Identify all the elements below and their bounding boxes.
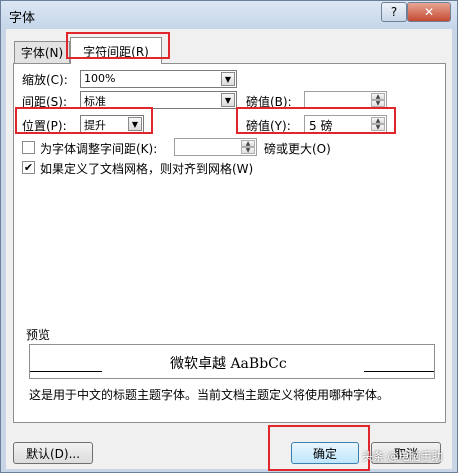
spacing-pt-spinner[interactable]: ▲ ▼ xyxy=(304,91,387,109)
help-icon: ? xyxy=(390,5,398,19)
watermark: 头条 @电脑手助 xyxy=(362,450,443,463)
character-spacing-panel: 缩放(C): 100% ▼ 间距(S): 标准 ▼ 磅值(B): ▲ ▼ 位置(… xyxy=(13,63,446,423)
spacing-select[interactable]: 标准 ▼ xyxy=(80,91,237,109)
kerning-spinner[interactable]: ▲ ▼ xyxy=(174,138,257,156)
font-dialog: 字体 ? ✕ 字体(N) 字符间距(R) 缩放(C): 100% ▼ 间距(S)… xyxy=(0,0,458,473)
kerning-checkbox[interactable] xyxy=(22,141,35,154)
title-bar: 字体 ? ✕ xyxy=(1,1,457,29)
tab-font[interactable]: 字体(N) xyxy=(14,41,70,63)
spin-up-icon[interactable]: ▲ xyxy=(241,140,255,147)
scale-label: 缩放(C): xyxy=(22,73,68,87)
spin-up-icon[interactable]: ▲ xyxy=(371,93,385,100)
close-icon: ✕ xyxy=(423,5,435,19)
position-value: 提升 xyxy=(84,119,106,132)
grid-checkbox[interactable]: ✔ xyxy=(22,161,35,174)
chevron-down-icon[interactable]: ▼ xyxy=(128,117,142,131)
position-pt-value: 5 磅 xyxy=(309,119,333,133)
spin-down-icon[interactable]: ▼ xyxy=(371,100,385,107)
chevron-down-icon[interactable]: ▼ xyxy=(221,72,235,86)
preview-sample: 微软卓越 AaBbCc xyxy=(170,356,287,372)
dialog-body: 字体(N) 字符间距(R) 缩放(C): 100% ▼ 间距(S): 标准 ▼ … xyxy=(6,29,452,469)
chevron-down-icon[interactable]: ▼ xyxy=(221,93,235,107)
spacing-value: 标准 xyxy=(84,95,106,108)
check-icon: ✔ xyxy=(23,161,34,174)
scale-value: 100% xyxy=(84,72,116,85)
close-button[interactable]: ✕ xyxy=(407,2,451,22)
position-pt-spinner[interactable]: 5 磅 ▲ ▼ xyxy=(304,115,387,133)
preview-baseline-left xyxy=(30,371,102,372)
tab-character-spacing[interactable]: 字符间距(R) xyxy=(70,37,162,64)
kerning-label: 为字体调整字间距(K): xyxy=(40,142,158,156)
grid-label: 如果定义了文档网格，则对齐到网格(W) xyxy=(40,162,254,176)
window-title: 字体 xyxy=(9,11,36,26)
spin-down-icon[interactable]: ▼ xyxy=(241,147,255,154)
spacing-pt-label: 磅值(B): xyxy=(246,95,292,109)
scale-select[interactable]: 100% ▼ xyxy=(80,70,237,88)
help-button[interactable]: ? xyxy=(381,2,407,22)
spacing-label: 间距(S): xyxy=(22,95,68,109)
preview-heading: 预览 xyxy=(26,328,51,342)
spin-up-icon[interactable]: ▲ xyxy=(371,117,385,124)
position-select[interactable]: 提升 ▼ xyxy=(80,115,144,133)
spin-down-icon[interactable]: ▼ xyxy=(371,124,385,131)
position-label: 位置(P): xyxy=(22,119,67,133)
preview-note: 这是用于中文的标题主题字体。当前文档主题定义将使用哪种字体。 xyxy=(29,388,390,402)
default-button[interactable]: 默认(D)... xyxy=(13,442,93,464)
ok-button[interactable]: 确定 xyxy=(291,442,359,464)
preview-box: 微软卓越 AaBbCc xyxy=(29,344,435,379)
position-pt-label: 磅值(Y): xyxy=(246,119,291,133)
preview-baseline-right xyxy=(364,371,434,372)
kerning-suffix: 磅或更大(O) xyxy=(264,142,331,156)
